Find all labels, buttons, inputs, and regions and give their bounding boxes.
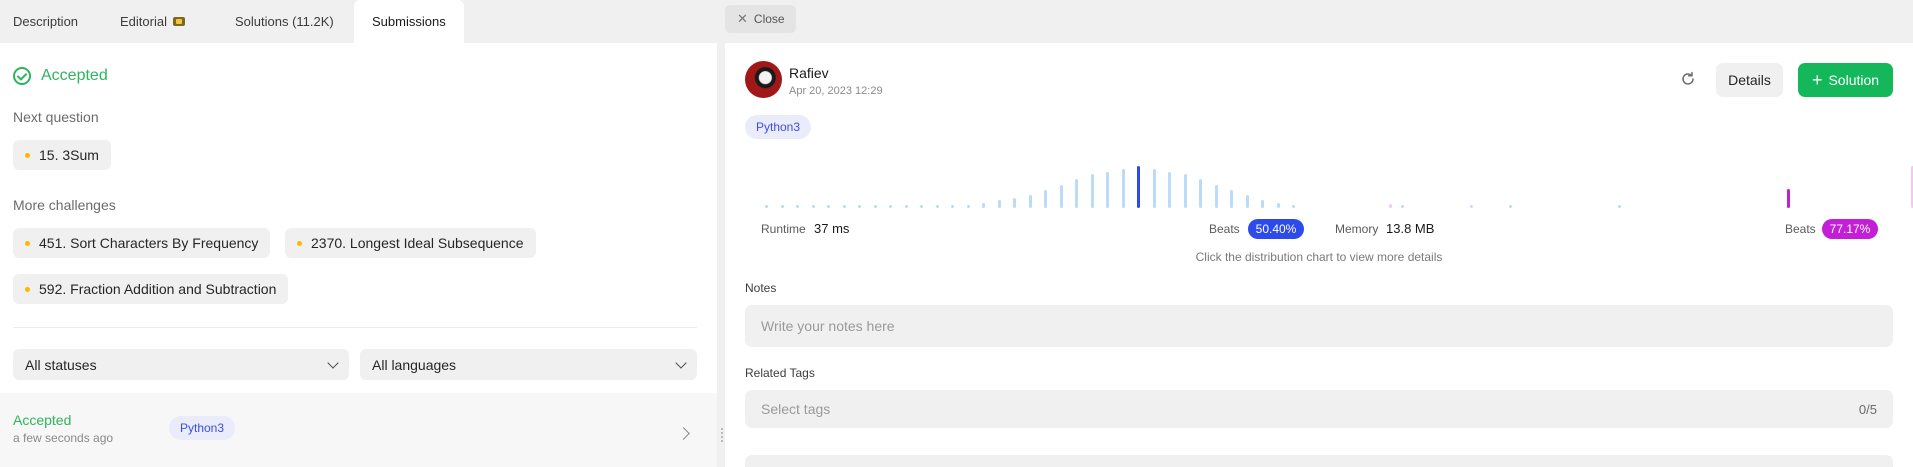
tab-editorial-label: Editorial xyxy=(120,14,167,29)
challenge-chip[interactable]: 592. Fraction Addition and Subtraction xyxy=(13,274,289,304)
next-question-label: Next question xyxy=(13,109,99,125)
distribution-bar[interactable] xyxy=(1389,203,1392,208)
post-solution-button[interactable]: + Solution xyxy=(1798,63,1893,97)
challenge-title: 2370. Longest Ideal Subsequence xyxy=(311,235,524,251)
runtime-label: Runtime xyxy=(761,222,806,236)
distribution-bar[interactable] xyxy=(1787,189,1791,208)
tab-bar: Description Editorial Solutions (11.2K) … xyxy=(0,0,717,43)
tab-submissions-label: Submissions xyxy=(372,14,446,29)
submission-status: Accepted xyxy=(13,412,72,428)
memory-value: 13.8 MB xyxy=(1386,221,1435,236)
details-button[interactable]: Details xyxy=(1716,63,1783,97)
code-block xyxy=(745,455,1893,467)
difficulty-dot-icon xyxy=(25,152,30,158)
details-label: Details xyxy=(1728,72,1771,88)
memory-beats-badge: 77.17% xyxy=(1822,219,1878,239)
runtime-value: 37 ms xyxy=(814,221,850,236)
submission-time: a few seconds ago xyxy=(13,431,114,445)
submission-detail-panel: Rafiev Apr 20, 2023 12:29 Details + Solu… xyxy=(725,43,1913,467)
chevron-down-icon xyxy=(675,356,687,369)
status-filter-select[interactable]: All statuses xyxy=(13,349,349,380)
refresh-icon xyxy=(1682,71,1694,85)
submission-language-badge: Python3 xyxy=(169,416,236,440)
memory-beats-label: Beats xyxy=(1785,222,1816,236)
tab-solutions[interactable]: Solutions (11.2K) xyxy=(222,0,352,43)
plus-icon: + xyxy=(1811,70,1823,90)
language-filter-select[interactable]: All languages xyxy=(360,349,697,380)
divider xyxy=(13,327,697,328)
challenge-title: 451. Sort Characters By Frequency xyxy=(39,235,259,251)
next-question-title: 15. 3Sum xyxy=(39,147,99,163)
notes-input[interactable] xyxy=(761,318,1877,334)
tab-description[interactable]: Description xyxy=(0,0,107,43)
submission-row[interactable]: Accepted a few seconds ago Python3 xyxy=(0,393,717,467)
difficulty-dot-icon xyxy=(25,240,30,246)
avatar[interactable] xyxy=(745,61,782,98)
memory-label: Memory xyxy=(1335,222,1379,236)
notes-label: Notes xyxy=(745,281,777,295)
close-label: Close xyxy=(753,12,785,26)
chevron-right-icon xyxy=(677,427,690,440)
submission-date: Apr 20, 2023 12:29 xyxy=(789,85,883,97)
result-status: Accepted xyxy=(41,67,108,84)
close-button[interactable]: ✕ Close xyxy=(725,5,796,33)
chevron-down-icon xyxy=(327,356,339,369)
memory-distribution-chart[interactable] xyxy=(725,153,1913,213)
status-filter-value: All statuses xyxy=(25,356,97,373)
panel-splitter[interactable] xyxy=(717,0,724,467)
check-circle-icon xyxy=(13,67,31,85)
chart-hint: Click the distribution chart to view mor… xyxy=(1195,250,1443,264)
user-name[interactable]: Rafiev xyxy=(789,65,829,81)
solution-label: Solution xyxy=(1828,72,1880,88)
video-badge-icon xyxy=(172,17,185,26)
refresh-button[interactable] xyxy=(1674,65,1702,93)
challenge-title: 592. Fraction Addition and Subtraction xyxy=(39,281,277,297)
runtime-beats-badge: 50.40% xyxy=(1248,219,1304,239)
difficulty-dot-icon xyxy=(25,286,30,292)
notes-field[interactable] xyxy=(745,305,1893,347)
difficulty-dot-icon xyxy=(297,240,302,246)
tab-description-label: Description xyxy=(13,14,79,29)
language-badge: Python3 xyxy=(745,115,812,139)
distribution-bar[interactable] xyxy=(1469,205,1473,208)
challenge-chip[interactable]: 2370. Longest Ideal Subsequence xyxy=(285,228,536,258)
tags-count: 0/5 xyxy=(1858,401,1877,417)
tags-placeholder: Select tags xyxy=(761,401,831,417)
distribution-charts[interactable]: Runtime 37 ms Beats 50.40% Memory 13.8 M… xyxy=(725,153,1913,248)
related-tags-label: Related Tags xyxy=(745,366,815,380)
tab-submissions[interactable]: Submissions xyxy=(354,0,464,43)
tab-editorial[interactable]: Editorial xyxy=(107,0,222,43)
tags-select[interactable]: Select tags 0/5 xyxy=(745,390,1893,428)
app-root: Description Editorial Solutions (11.2K) … xyxy=(0,0,1913,467)
language-filter-value: All languages xyxy=(372,356,457,373)
close-icon: ✕ xyxy=(737,11,748,26)
tab-solutions-label: Solutions (11.2K) xyxy=(235,14,334,29)
left-panel: Description Editorial Solutions (11.2K) … xyxy=(0,0,717,467)
drag-handle-icon[interactable] xyxy=(721,428,723,442)
more-challenges-label: More challenges xyxy=(13,197,116,213)
challenge-chip[interactable]: 451. Sort Characters By Frequency xyxy=(13,228,271,258)
runtime-beats-label: Beats xyxy=(1209,222,1240,236)
result-header: Accepted xyxy=(13,67,108,85)
next-question-chip[interactable]: 15. 3Sum xyxy=(13,140,111,170)
